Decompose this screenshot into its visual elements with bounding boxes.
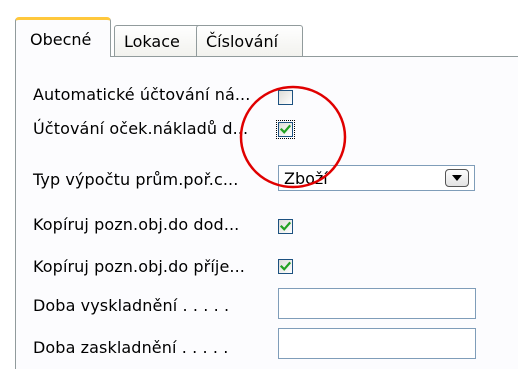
copy-comments-receipt-checkbox[interactable] (278, 259, 293, 274)
avg-cost-calc-type-select[interactable]: Zboží (278, 165, 475, 191)
check-mark-icon (279, 261, 292, 271)
avg-cost-calc-type-label: Typ výpočtu prům.poř.c... (33, 170, 239, 189)
inbound-whse-handling-input[interactable] (278, 328, 476, 359)
outbound-whse-handling-input[interactable] (278, 288, 476, 319)
copy-comments-invoice-checkbox[interactable] (278, 219, 293, 234)
auto-posting-label: Automatické účtování ná... (33, 85, 251, 104)
tab-numbering[interactable]: Číslování (196, 25, 303, 56)
tab-general[interactable]: Obecné (15, 17, 111, 57)
window: Obecné Lokace Číslování Automatické účto… (0, 0, 518, 369)
dropdown-button[interactable] (445, 169, 469, 187)
auto-posting-checkbox[interactable] (278, 90, 293, 105)
expected-cost-posting-label: Účtování oček.nákladů d... (33, 119, 249, 138)
copy-comments-receipt-label: Kopíruj pozn.obj.do příje... (33, 257, 245, 276)
avg-cost-calc-type-value: Zboží (284, 169, 328, 188)
tab-locations[interactable]: Lokace (114, 25, 206, 56)
check-mark-icon (279, 221, 292, 231)
inbound-whse-handling-label: Doba zaskladnění . . . . . (33, 338, 229, 357)
check-mark-icon (279, 124, 292, 134)
copy-comments-invoice-label: Kopíruj pozn.obj.do dod... (33, 215, 240, 234)
dropdown-arrow-icon (452, 175, 462, 181)
border-gap (0, 157, 15, 160)
expected-cost-posting-checkbox[interactable] (276, 120, 295, 139)
outbound-whse-handling-label: Doba vyskladnění . . . . . (33, 296, 230, 315)
